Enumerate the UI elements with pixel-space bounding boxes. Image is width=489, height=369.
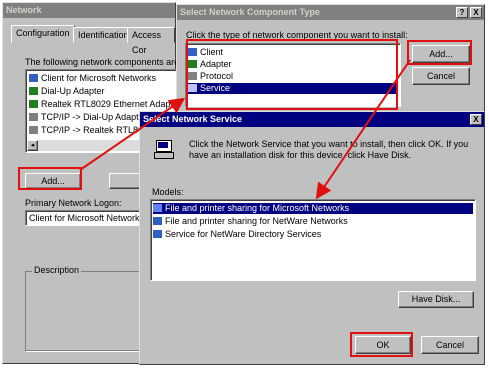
list-item[interactable]: TCP/IP -> Dial-Up Adapter [29, 112, 147, 123]
highlight-ok-button [350, 332, 413, 357]
network-window-title: Network [3, 3, 175, 18]
service-icon [153, 204, 162, 212]
network-computer-icon [154, 140, 174, 160]
model-item[interactable]: File and printer sharing for Microsoft N… [153, 203, 473, 214]
network-service-title: Select Network Service [140, 112, 484, 127]
tab-identification[interactable]: Identification [73, 27, 134, 43]
protocol-icon [29, 126, 38, 134]
cancel-button[interactable]: Cancel [421, 336, 479, 354]
list-item[interactable]: Client for Microsoft Networks [29, 73, 156, 84]
network-service-dialog: Select Network Service X Click the Netwo… [139, 111, 485, 365]
models-list[interactable]: File and printer sharing for Microsoft N… [150, 199, 476, 281]
component-type-title: Select Network Component Type [177, 5, 484, 20]
scroll-left-button[interactable]: ◂ [27, 140, 38, 151]
model-item[interactable]: Service for NetWare Directory Services [153, 229, 321, 240]
primary-logon-value: Client for Microsoft Networks [29, 213, 145, 223]
component-type-cancel-button[interactable]: Cancel [412, 67, 470, 85]
adapter-icon [29, 87, 38, 95]
models-label: Models: [152, 187, 184, 197]
close-icon[interactable]: X [470, 114, 482, 125]
have-disk-button[interactable]: Have Disk... [398, 291, 474, 308]
tab-access-control[interactable]: Access Cor [127, 27, 175, 55]
primary-logon-label: Primary Network Logon: [25, 198, 122, 208]
help-button[interactable]: ? [456, 7, 468, 18]
protocol-icon [29, 113, 38, 121]
description-label: Description [32, 265, 82, 275]
highlight-add-button [18, 167, 82, 190]
highlight-type-add-button [407, 40, 472, 65]
service-icon [153, 217, 162, 225]
service-instruction: Click the Network Service that you want … [189, 139, 469, 160]
client-icon [29, 74, 38, 82]
model-item[interactable]: File and printer sharing for NetWare Net… [153, 216, 348, 227]
highlight-service-item [186, 39, 398, 110]
service-icon [153, 230, 162, 238]
tab-configuration[interactable]: Configuration [11, 25, 75, 43]
close-icon[interactable]: X [470, 7, 482, 18]
list-item[interactable]: Dial-Up Adapter [29, 86, 105, 97]
list-item[interactable]: Realtek RTL8029 Ethernet Adapter [29, 99, 181, 110]
list-item[interactable]: TCP/IP -> Realtek RTL80 [29, 125, 143, 136]
components-label: The following network components are i [25, 57, 184, 67]
adapter-icon [29, 100, 38, 108]
